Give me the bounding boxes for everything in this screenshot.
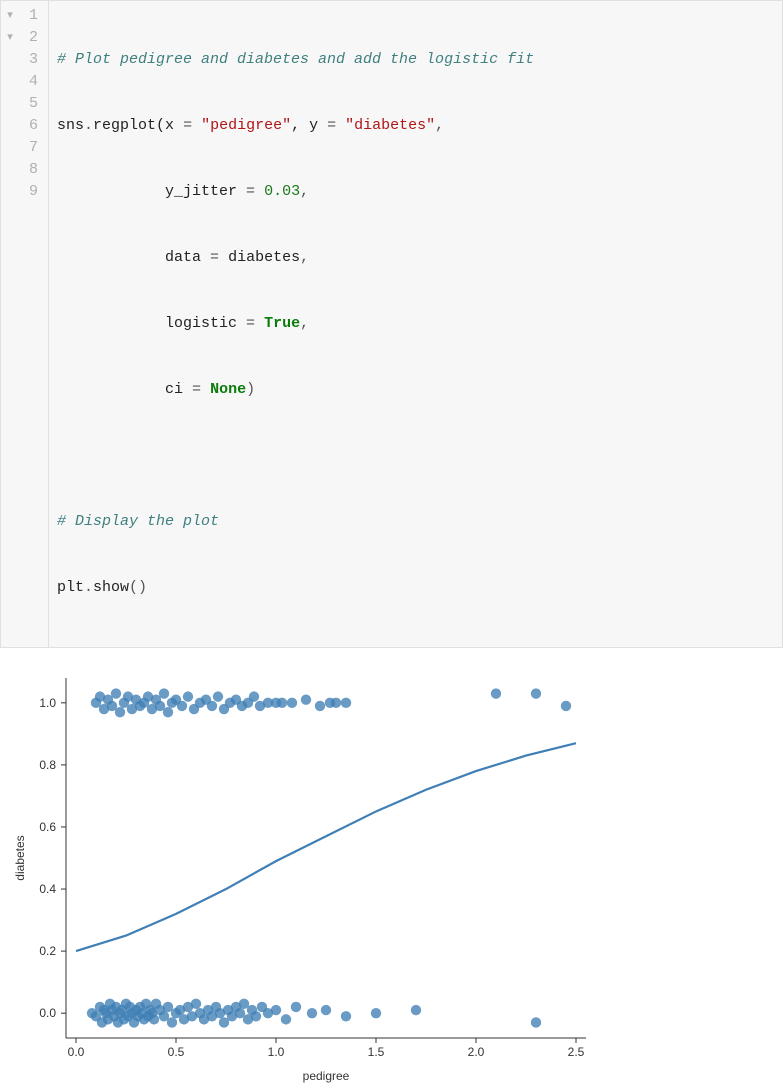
data-point: [331, 698, 341, 708]
code-comment: # Display the plot: [57, 513, 219, 530]
data-point: [249, 691, 259, 701]
data-point: [291, 1002, 301, 1012]
chart-output: 0.0 0.5 1.0 1.5 2.0 2.5 0.0 0.2 0.4 0.6 0.8 1.0 pedi…: [0, 648, 783, 1088]
code-text[interactable]: # Plot pedigree and diabetes and add the…: [49, 1, 782, 647]
data-point: [561, 701, 571, 711]
data-point: [191, 999, 201, 1009]
code-comment: # Plot pedigree and diabetes and add the…: [57, 51, 534, 68]
data-point: [281, 1014, 291, 1024]
data-point: [163, 707, 173, 717]
svg-text:1.5: 1.5: [368, 1045, 385, 1059]
data-point: [301, 695, 311, 705]
data-point: [491, 688, 501, 698]
data-point: [159, 688, 169, 698]
data-point: [167, 1017, 177, 1027]
logistic-fit-line: [76, 743, 576, 951]
code-cell[interactable]: ▾ ▾ 1 2 3 4 5 6 7 8 9 # Plot pedigree an…: [0, 0, 783, 648]
svg-text:0.4: 0.4: [39, 882, 56, 896]
svg-text:2.0: 2.0: [468, 1045, 485, 1059]
data-point: [315, 701, 325, 711]
svg-text:0.2: 0.2: [39, 944, 56, 958]
regplot-figure: 0.0 0.5 1.0 1.5 2.0 2.5 0.0 0.2 0.4 0.6 0.8 1.0 pedi…: [6, 658, 606, 1088]
data-point: [341, 698, 351, 708]
gutter-line-numbers: 1 2 3 4 5 6 7 8 9: [19, 1, 49, 647]
svg-text:1.0: 1.0: [39, 696, 56, 710]
gutter-fold-markers: ▾ ▾: [1, 1, 19, 647]
data-point: [207, 701, 217, 711]
data-point: [287, 698, 297, 708]
data-point: [531, 688, 541, 698]
y-axis-label: diabetes: [13, 835, 27, 880]
data-point: [277, 698, 287, 708]
data-point: [321, 1005, 331, 1015]
svg-text:0.0: 0.0: [68, 1045, 85, 1059]
data-point: [111, 688, 121, 698]
svg-text:0.8: 0.8: [39, 758, 56, 772]
data-point: [149, 1014, 159, 1024]
svg-text:0.0: 0.0: [39, 1006, 56, 1020]
data-point: [341, 1011, 351, 1021]
data-point: [411, 1005, 421, 1015]
data-point: [271, 1005, 281, 1015]
data-point: [213, 691, 223, 701]
svg-text:1.0: 1.0: [268, 1045, 285, 1059]
svg-text:0.5: 0.5: [168, 1045, 185, 1059]
x-axis-label: pedigree: [303, 1069, 350, 1083]
data-point: [251, 1011, 261, 1021]
svg-text:0.6: 0.6: [39, 820, 56, 834]
data-point: [371, 1008, 381, 1018]
data-point: [307, 1008, 317, 1018]
data-point: [177, 701, 187, 711]
data-point: [115, 707, 125, 717]
svg-text:2.5: 2.5: [568, 1045, 585, 1059]
data-point: [183, 691, 193, 701]
data-point: [531, 1017, 541, 1027]
